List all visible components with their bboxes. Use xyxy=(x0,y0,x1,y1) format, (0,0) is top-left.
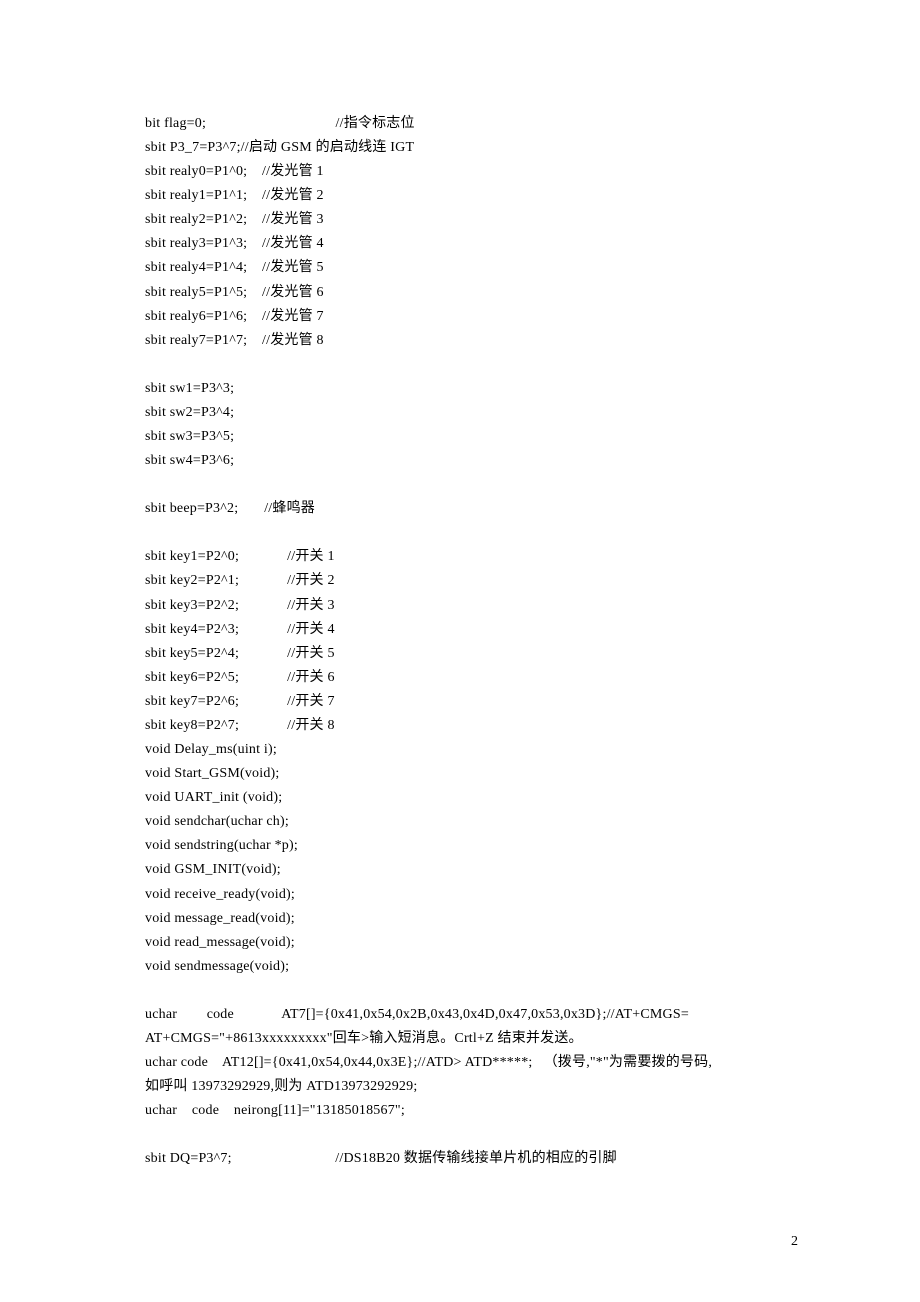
code-line: sbit realy7=P1^7; //发光管 8 xyxy=(145,329,800,353)
code-line xyxy=(145,979,800,1003)
code-line: void UART_init (void); xyxy=(145,786,800,810)
code-line: void Start_GSM(void); xyxy=(145,762,800,786)
code-listing: bit flag=0; //指令标志位sbit P3_7=P3^7;//启动 G… xyxy=(145,112,800,1171)
code-line: void sendstring(uchar *p); xyxy=(145,834,800,858)
code-line: sbit key4=P2^3; //开关 4 xyxy=(145,618,800,642)
code-line: sbit realy4=P1^4; //发光管 5 xyxy=(145,256,800,280)
code-line: sbit realy5=P1^5; //发光管 6 xyxy=(145,281,800,305)
code-line: void Delay_ms(uint i); xyxy=(145,738,800,762)
code-line: sbit key1=P2^0; //开关 1 xyxy=(145,545,800,569)
code-line: sbit realy0=P1^0; //发光管 1 xyxy=(145,160,800,184)
code-line xyxy=(145,521,800,545)
code-line: sbit DQ=P3^7; //DS18B20 数据传输线接单片机的相应的引脚 xyxy=(145,1147,800,1171)
code-line: void sendchar(uchar ch); xyxy=(145,810,800,834)
code-line: sbit sw1=P3^3; xyxy=(145,377,800,401)
code-line: sbit sw4=P3^6; xyxy=(145,449,800,473)
code-line xyxy=(145,473,800,497)
code-line: sbit realy1=P1^1; //发光管 2 xyxy=(145,184,800,208)
code-line: sbit key6=P2^5; //开关 6 xyxy=(145,666,800,690)
code-line: AT+CMGS="+8613xxxxxxxxx"回车>输入短消息。Crtl+Z … xyxy=(145,1027,800,1051)
code-line: void sendmessage(void); xyxy=(145,955,800,979)
code-line: uchar code AT7[]={0x41,0x54,0x2B,0x43,0x… xyxy=(145,1003,800,1027)
code-line: sbit P3_7=P3^7;//启动 GSM 的启动线连 IGT xyxy=(145,136,800,160)
code-line: void read_message(void); xyxy=(145,931,800,955)
code-line: bit flag=0; //指令标志位 xyxy=(145,112,800,136)
code-line: sbit beep=P3^2; //蜂鸣器 xyxy=(145,497,800,521)
code-line: sbit key3=P2^2; //开关 3 xyxy=(145,594,800,618)
code-line: sbit key8=P2^7; //开关 8 xyxy=(145,714,800,738)
code-line: void receive_ready(void); xyxy=(145,883,800,907)
code-line: sbit sw3=P3^5; xyxy=(145,425,800,449)
code-line: void GSM_INIT(void); xyxy=(145,858,800,882)
code-line: sbit realy6=P1^6; //发光管 7 xyxy=(145,305,800,329)
code-line xyxy=(145,1123,800,1147)
code-line: sbit key5=P2^4; //开关 5 xyxy=(145,642,800,666)
code-line: 如呼叫 13973292929,则为 ATD13973292929; xyxy=(145,1075,800,1099)
page-number: 2 xyxy=(791,1234,798,1250)
document-page: bit flag=0; //指令标志位sbit P3_7=P3^7;//启动 G… xyxy=(0,0,920,1302)
code-line: sbit key7=P2^6; //开关 7 xyxy=(145,690,800,714)
code-line xyxy=(145,353,800,377)
code-line: sbit key2=P2^1; //开关 2 xyxy=(145,569,800,593)
code-line: uchar code neirong[11]="13185018567"; xyxy=(145,1099,800,1123)
code-line: sbit realy3=P1^3; //发光管 4 xyxy=(145,232,800,256)
code-line: sbit realy2=P1^2; //发光管 3 xyxy=(145,208,800,232)
code-line: uchar code AT12[]={0x41,0x54,0x44,0x3E};… xyxy=(145,1051,800,1075)
code-line: sbit sw2=P3^4; xyxy=(145,401,800,425)
code-line: void message_read(void); xyxy=(145,907,800,931)
